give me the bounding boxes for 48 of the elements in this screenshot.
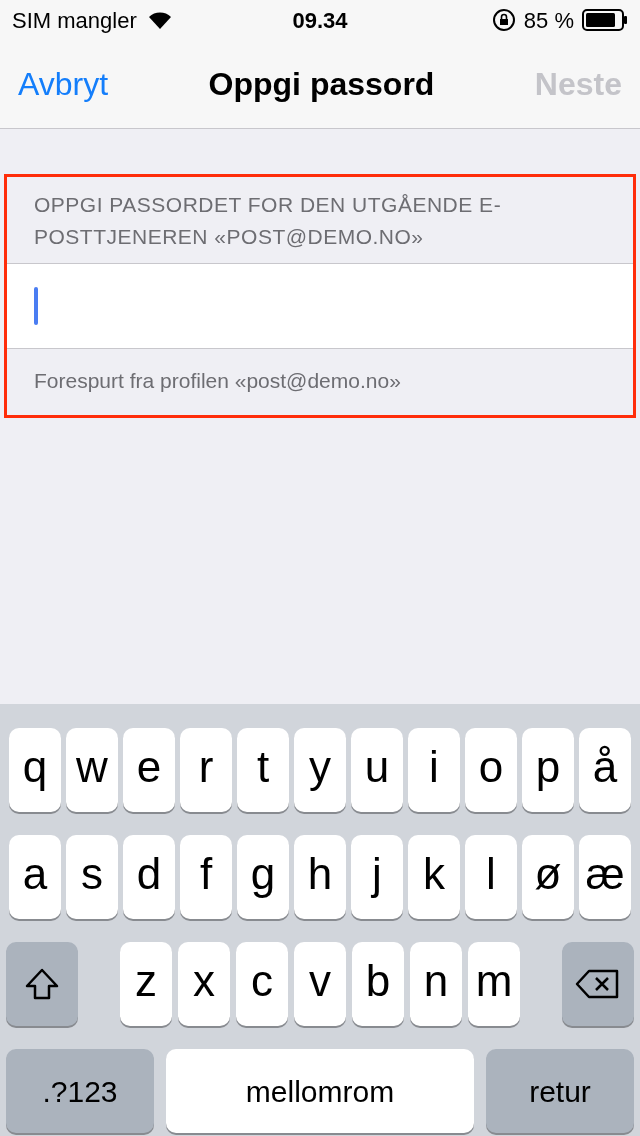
letter-key[interactable]: å (579, 728, 631, 812)
letter-key[interactable]: k (408, 835, 460, 919)
letter-key[interactable]: g (237, 835, 289, 919)
numbers-key[interactable]: .?123 (6, 1049, 154, 1133)
letter-key[interactable]: v (294, 942, 346, 1026)
return-key[interactable]: retur (486, 1049, 634, 1133)
letter-key[interactable]: r (180, 728, 232, 812)
letter-key[interactable]: e (123, 728, 175, 812)
shift-icon (24, 967, 60, 1001)
letter-key[interactable]: y (294, 728, 346, 812)
shift-key[interactable] (6, 942, 78, 1026)
wifi-icon (146, 10, 173, 30)
letter-key[interactable]: q (9, 728, 61, 812)
text-cursor (34, 287, 38, 325)
letter-key[interactable]: o (465, 728, 517, 812)
delete-key[interactable] (562, 942, 634, 1026)
letter-key[interactable]: d (123, 835, 175, 919)
letter-key[interactable]: i (408, 728, 460, 812)
letter-key[interactable]: c (236, 942, 288, 1026)
letter-key[interactable]: x (178, 942, 230, 1026)
letter-key[interactable]: u (351, 728, 403, 812)
letter-key[interactable]: m (468, 942, 520, 1026)
letter-key[interactable]: w (66, 728, 118, 812)
letter-key[interactable]: n (410, 942, 462, 1026)
battery-percent: 85 % (523, 6, 574, 35)
letter-key[interactable]: z (120, 942, 172, 1026)
cancel-button[interactable]: Avbryt (18, 60, 109, 108)
battery-icon (582, 9, 628, 31)
space-key[interactable]: mellomrom (166, 1049, 474, 1133)
letter-key[interactable]: ø (522, 835, 574, 919)
section-header: OPPGI PASSORDET FOR DEN UTGÅENDE E-POSTTJENEREN «POST@DEMO.NO» (33, 192, 503, 250)
letter-key[interactable]: l (465, 835, 517, 919)
letter-key[interactable]: j (351, 835, 403, 919)
nav-title: Oppgi passord (208, 65, 435, 104)
letter-key[interactable]: s (66, 835, 118, 919)
clock-time: 09.34 (292, 6, 348, 35)
password-field[interactable] (7, 263, 633, 349)
backspace-icon (575, 968, 621, 1000)
letter-key[interactable]: f (180, 835, 232, 919)
rotation-lock-icon (491, 8, 516, 32)
letter-key[interactable]: h (294, 835, 346, 919)
section-footer: Forespurt fra profilen «post@demo.no» (7, 349, 633, 415)
carrier-label: SIM mangler (12, 6, 137, 35)
letter-key[interactable]: p (522, 728, 574, 812)
letter-key[interactable]: t (237, 728, 289, 812)
letter-key[interactable]: b (352, 942, 404, 1026)
letter-key[interactable]: æ (579, 835, 631, 919)
letter-key[interactable]: a (9, 835, 61, 919)
